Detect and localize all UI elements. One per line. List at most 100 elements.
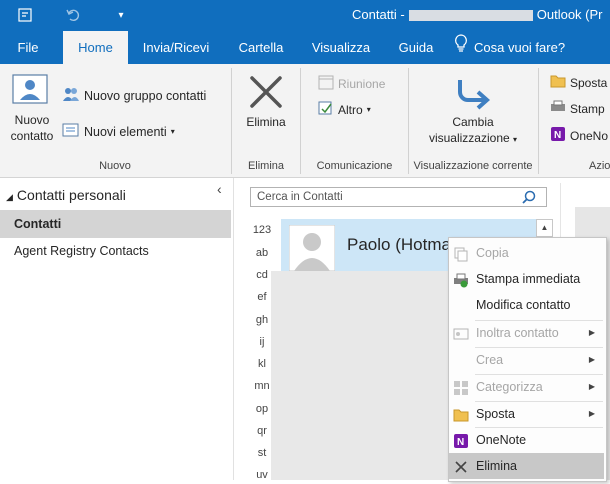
printer-icon xyxy=(550,100,566,117)
move-label: Sposta xyxy=(570,75,608,90)
contact-list-area xyxy=(271,271,449,480)
menu-item-copy[interactable]: Copia xyxy=(449,240,604,266)
submenu-arrow-icon: ▶ xyxy=(588,382,595,391)
menu-item-edit-contact[interactable]: Modifica contatto xyxy=(449,292,604,318)
letter-index-item[interactable]: ab xyxy=(246,247,278,259)
submenu-arrow-icon: ▶ xyxy=(588,328,595,337)
group-label-current-view: Visualizzazione corrente xyxy=(413,160,533,172)
menu-item-label: Modifica contatto xyxy=(476,298,571,312)
scroll-up-arrow[interactable]: ▲ xyxy=(536,219,553,237)
more-communication-button[interactable]: Altro ▾ xyxy=(318,100,371,119)
group-divider xyxy=(538,68,539,174)
meeting-icon xyxy=(318,74,334,93)
group-label-new: Nuovo xyxy=(99,160,131,172)
forward-contact-icon xyxy=(453,325,469,341)
svg-text:N: N xyxy=(554,130,561,141)
dropdown-arrow-icon: ▾ xyxy=(513,135,518,144)
expand-triangle-icon: ◢ xyxy=(6,192,13,202)
tab-send-receive[interactable]: Invia/Ricevi xyxy=(138,31,214,64)
tell-me-box[interactable]: Cosa vuoi fare? xyxy=(454,31,570,64)
contact-name: Paolo (Hotma xyxy=(347,235,451,254)
contact-card-icon xyxy=(12,74,48,107)
dropdown-arrow-icon: ▾ xyxy=(366,105,371,114)
tab-view[interactable]: Visualizza xyxy=(306,31,376,64)
tab-home[interactable]: Home xyxy=(63,31,128,64)
menu-item-move[interactable]: Sposta ▶ xyxy=(449,401,604,427)
change-view-icon xyxy=(454,74,492,115)
change-view-button[interactable]: Cambia visualizzazione ▾ xyxy=(418,70,528,150)
onenote-button[interactable]: N OneNo xyxy=(550,126,608,145)
change-view-label-2: visualizzazione xyxy=(428,131,510,145)
print-label: Stamp xyxy=(570,101,605,116)
folder-item-contatti[interactable]: Contatti xyxy=(0,210,231,238)
more-icon xyxy=(318,100,334,119)
undo-icon[interactable] xyxy=(62,5,84,25)
delete-x-icon xyxy=(246,72,286,115)
new-contact-group-button[interactable]: Nuovo gruppo contatti xyxy=(62,86,206,105)
print-button[interactable]: Stamp xyxy=(550,100,605,117)
onenote-label: OneNo xyxy=(570,128,609,143)
onenote-icon: N xyxy=(453,432,469,448)
menu-item-create[interactable]: Crea ▶ xyxy=(449,347,604,373)
submenu-arrow-icon: ▶ xyxy=(588,355,595,364)
search-box[interactable] xyxy=(250,187,547,207)
new-items-button[interactable]: Nuovi elementi ▾ xyxy=(62,122,175,141)
contact-group-icon xyxy=(62,86,80,105)
tab-folder[interactable]: Cartella xyxy=(232,31,290,64)
meeting-button[interactable]: Riunione xyxy=(318,74,385,93)
delete-x-icon xyxy=(453,458,469,474)
change-view-label-1: Cambia xyxy=(452,115,494,129)
new-contact-label-2: contatto xyxy=(10,129,54,143)
new-items-label: Nuovi elementi xyxy=(84,124,167,139)
menu-item-delete[interactable]: Elimina xyxy=(449,453,604,479)
move-button[interactable]: Sposta xyxy=(550,74,607,91)
menu-item-categorize[interactable]: Categorizza ▶ xyxy=(449,374,604,400)
meeting-label: Riunione xyxy=(338,76,386,91)
group-label-actions: Azio xyxy=(589,160,610,172)
tab-help[interactable]: Guida xyxy=(393,31,439,64)
lightbulb-icon xyxy=(454,31,468,64)
sync-icon[interactable] xyxy=(14,5,36,25)
search-icon[interactable] xyxy=(521,189,537,208)
categorize-icon xyxy=(453,379,469,395)
new-contact-button[interactable]: Nuovo contatto xyxy=(8,70,54,150)
menu-item-label: Sposta xyxy=(476,407,515,421)
ribbon-tabs: File Home Invia/Ricevi Cartella Visualiz… xyxy=(0,31,610,64)
menu-item-label: OneNote xyxy=(476,433,527,447)
quick-print-icon xyxy=(453,271,469,288)
delete-button[interactable]: Elimina xyxy=(240,70,292,150)
folder-pane: ‹ ◢ Contatti personali Contatti Agent Reg… xyxy=(0,178,234,480)
tab-file[interactable]: File xyxy=(6,31,50,64)
context-menu: Copia Stampa immediata Modifica contatto… xyxy=(448,237,607,482)
search-input[interactable] xyxy=(255,190,519,204)
title-suffix: Outlook (Pr xyxy=(536,7,603,22)
group-label-delete: Elimina xyxy=(247,160,285,172)
collapse-pane-icon[interactable]: ‹ xyxy=(217,181,222,197)
copy-icon xyxy=(453,245,469,262)
title-bar: ▾ Contatti - Outlook (Pr xyxy=(0,0,610,31)
onenote-icon: N xyxy=(550,126,566,145)
new-contact-label-1: Nuovo xyxy=(14,113,50,127)
svg-text:N: N xyxy=(457,437,464,448)
group-divider xyxy=(300,68,301,174)
menu-item-quick-print[interactable]: Stampa immediata xyxy=(449,266,604,292)
folder-icon xyxy=(453,406,469,422)
menu-item-label: Crea xyxy=(476,353,504,367)
folder-icon xyxy=(550,74,566,91)
menu-item-onenote[interactable]: N OneNote xyxy=(449,427,604,453)
more-label: Altro xyxy=(338,102,363,117)
new-group-label: Nuovo gruppo contatti xyxy=(84,88,207,103)
letter-index-item[interactable]: 123 xyxy=(246,224,278,236)
customize-quick-access-icon[interactable]: ▾ xyxy=(110,5,132,25)
group-divider xyxy=(408,68,409,174)
dropdown-arrow-icon: ▾ xyxy=(170,127,175,136)
folder-item-agent-registry[interactable]: Agent Registry Contacts xyxy=(0,237,231,265)
menu-item-label: Elimina xyxy=(476,459,517,473)
menu-item-forward-contact[interactable]: Inoltra contatto ▶ xyxy=(449,320,604,346)
delete-label: Elimina xyxy=(246,115,286,129)
title-prefix: Contatti - xyxy=(352,7,405,22)
group-divider xyxy=(231,68,232,174)
folder-group-header[interactable]: ◢ Contatti personali xyxy=(6,187,126,203)
menu-item-label: Stampa immediata xyxy=(476,272,581,286)
group-label-communication: Comunicazione xyxy=(316,160,393,172)
